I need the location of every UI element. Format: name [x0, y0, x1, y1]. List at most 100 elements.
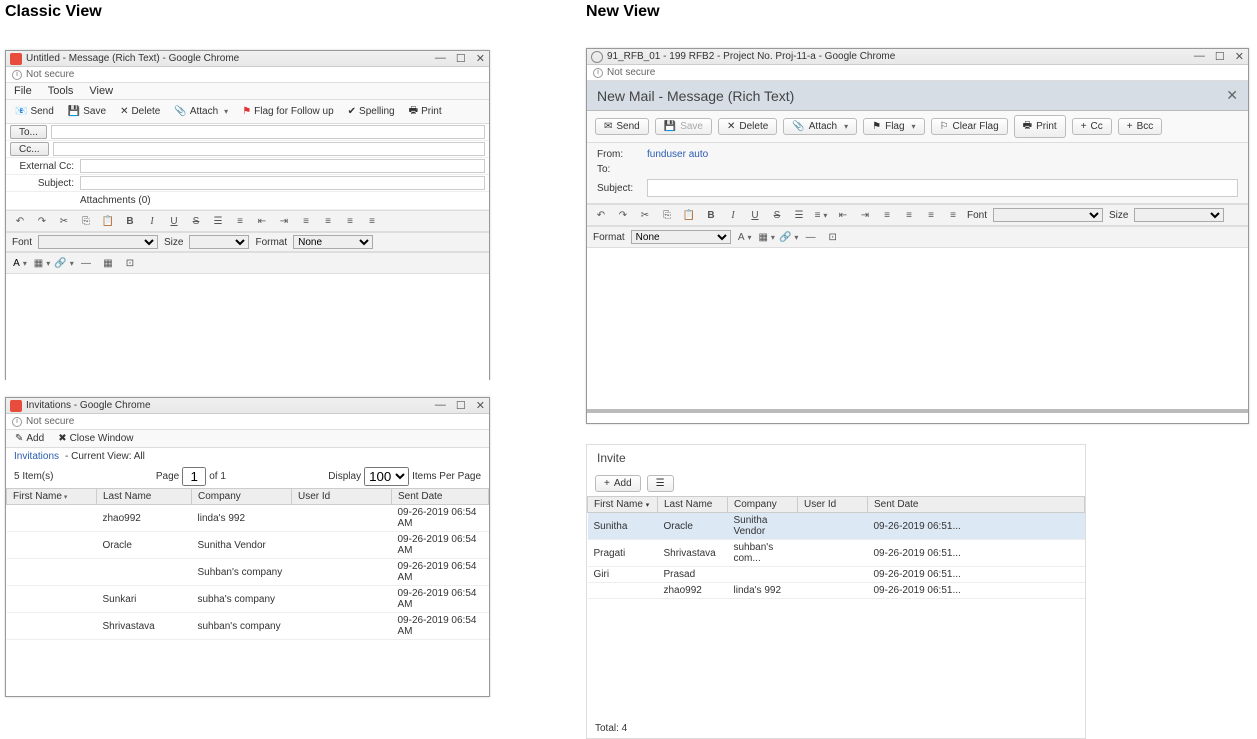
copy-icon[interactable]: ⎘ [78, 213, 94, 229]
col-first[interactable]: First Name [7, 489, 97, 505]
list-num-icon[interactable]: ≡ [813, 207, 829, 223]
align-center-icon[interactable]: ≡ [901, 207, 917, 223]
undo-icon[interactable]: ↶ [12, 213, 28, 229]
col-userid[interactable]: User Id [292, 489, 392, 505]
close-icon[interactable]: ✕ [476, 52, 485, 65]
table-icon[interactable]: ▦ [100, 255, 116, 271]
attachments-label[interactable]: Attachments (0) [80, 193, 151, 208]
table-row[interactable]: Sunkarisubha's company09-26-2019 06:54 A… [7, 586, 489, 613]
copy-icon[interactable]: ⎘ [659, 207, 675, 223]
format-select[interactable]: None [631, 230, 731, 244]
flag-button[interactable]: ⚑ Flag [863, 118, 924, 135]
paste-icon[interactable]: 📋 [100, 213, 116, 229]
font-color-icon[interactable]: A [737, 229, 753, 245]
col-userid[interactable]: User Id [798, 497, 868, 513]
subject-input[interactable] [647, 179, 1238, 197]
cc-button[interactable]: Cc... [10, 142, 49, 156]
indent-icon[interactable]: ⇥ [857, 207, 873, 223]
to-button[interactable]: To... [10, 125, 47, 139]
maximize-icon[interactable]: ☐ [456, 399, 466, 412]
close-icon[interactable]: ✕ [1235, 50, 1244, 63]
redo-icon[interactable]: ↷ [615, 207, 631, 223]
strike-icon[interactable]: S [188, 213, 204, 229]
save-button[interactable]: 💾 Save [655, 118, 712, 135]
justify-icon[interactable]: ≡ [945, 207, 961, 223]
align-left-icon[interactable]: ≡ [879, 207, 895, 223]
size-select[interactable] [1134, 208, 1224, 222]
align-left-icon[interactable]: ≡ [298, 213, 314, 229]
subject-input[interactable] [80, 176, 485, 190]
cut-icon[interactable]: ✂ [56, 213, 72, 229]
add-button[interactable]: ✎ Add [12, 432, 47, 445]
external-cc-input[interactable] [80, 159, 485, 173]
send-button[interactable]: ✉ Send [595, 118, 649, 135]
strike-icon[interactable]: S [769, 207, 785, 223]
cc-button[interactable]: + Cc [1072, 118, 1112, 135]
info-icon[interactable]: i [12, 417, 22, 427]
spelling-button[interactable]: ✔ Spelling [345, 105, 398, 118]
redo-icon[interactable]: ↷ [34, 213, 50, 229]
table-row[interactable]: SunithaOracleSunitha Vendor09-26-2019 06… [588, 513, 1085, 540]
page-input[interactable] [182, 467, 206, 486]
table-row[interactable]: Shrivastavasuhban's company09-26-2019 06… [7, 613, 489, 640]
italic-icon[interactable]: I [144, 213, 160, 229]
paste-icon[interactable]: 📋 [681, 207, 697, 223]
image-icon[interactable]: ⊡ [122, 255, 138, 271]
table-row[interactable]: zhao992linda's 99209-26-2019 06:51... [588, 583, 1085, 599]
highlight-icon[interactable]: ▦ [34, 255, 50, 271]
size-select[interactable] [189, 235, 249, 249]
outdent-icon[interactable]: ⇤ [835, 207, 851, 223]
list-num-icon[interactable]: ≡ [232, 213, 248, 229]
delete-button[interactable]: ✕ Delete [718, 118, 777, 135]
table-row[interactable]: OracleSunitha Vendor09-26-2019 06:54 AM [7, 532, 489, 559]
hr-icon[interactable]: — [78, 255, 94, 271]
close-window-button[interactable]: ✖ Close Window [55, 432, 136, 445]
link-icon[interactable]: 🔗 [781, 229, 797, 245]
attach-button[interactable]: 📎 Attach [783, 118, 857, 135]
font-color-icon[interactable]: A [12, 255, 28, 271]
undo-icon[interactable]: ↶ [593, 207, 609, 223]
bold-icon[interactable]: B [122, 213, 138, 229]
flag-button[interactable]: ⚑ Flag for Follow up [239, 105, 336, 118]
cut-icon[interactable]: ✂ [637, 207, 653, 223]
minimize-icon[interactable]: — [435, 52, 446, 65]
col-last[interactable]: Last Name [97, 489, 192, 505]
image-icon[interactable]: ⊡ [825, 229, 841, 245]
align-right-icon[interactable]: ≡ [923, 207, 939, 223]
close-icon[interactable]: ✕ [1226, 87, 1238, 104]
highlight-icon[interactable]: ▦ [759, 229, 775, 245]
maximize-icon[interactable]: ☐ [456, 52, 466, 65]
menu-tools[interactable]: Tools [48, 85, 74, 97]
link-icon[interactable]: 🔗 [56, 255, 72, 271]
menu-file[interactable]: File [14, 85, 32, 97]
minimize-icon[interactable]: — [1194, 50, 1205, 63]
info-icon[interactable]: i [12, 70, 22, 80]
format-select[interactable]: None [293, 235, 373, 249]
clear-flag-button[interactable]: ⚐ Clear Flag [931, 118, 1008, 135]
send-button[interactable]: 📧 Send [12, 105, 57, 118]
table-row[interactable]: PragatiShrivastavasuhban's com...09-26-2… [588, 540, 1085, 567]
minimize-icon[interactable]: — [435, 399, 446, 412]
invite-add-button[interactable]: + Add [595, 475, 641, 492]
col-last[interactable]: Last Name [658, 497, 728, 513]
to-label[interactable]: To: [597, 164, 647, 175]
invitations-link[interactable]: Invitations [14, 451, 59, 462]
message-body[interactable] [587, 248, 1248, 413]
invite-settings-button[interactable]: ☰ [647, 475, 674, 492]
table-row[interactable]: GiriPrasad09-26-2019 06:51... [588, 567, 1085, 583]
underline-icon[interactable]: U [166, 213, 182, 229]
justify-icon[interactable]: ≡ [364, 213, 380, 229]
italic-icon[interactable]: I [725, 207, 741, 223]
hr-icon[interactable]: — [803, 229, 819, 245]
bcc-button[interactable]: + Bcc [1118, 118, 1163, 135]
save-button[interactable]: 💾 Save [65, 105, 109, 118]
print-button[interactable]: 🖶 Print [406, 102, 445, 121]
attach-button[interactable]: 📎 Attach [171, 105, 231, 118]
perpage-select[interactable]: 100 [364, 467, 409, 486]
font-select[interactable] [38, 235, 158, 249]
bold-icon[interactable]: B [703, 207, 719, 223]
info-icon[interactable]: i [593, 68, 603, 78]
align-center-icon[interactable]: ≡ [320, 213, 336, 229]
list-bullet-icon[interactable]: ☰ [210, 213, 226, 229]
list-bullet-icon[interactable]: ☰ [791, 207, 807, 223]
